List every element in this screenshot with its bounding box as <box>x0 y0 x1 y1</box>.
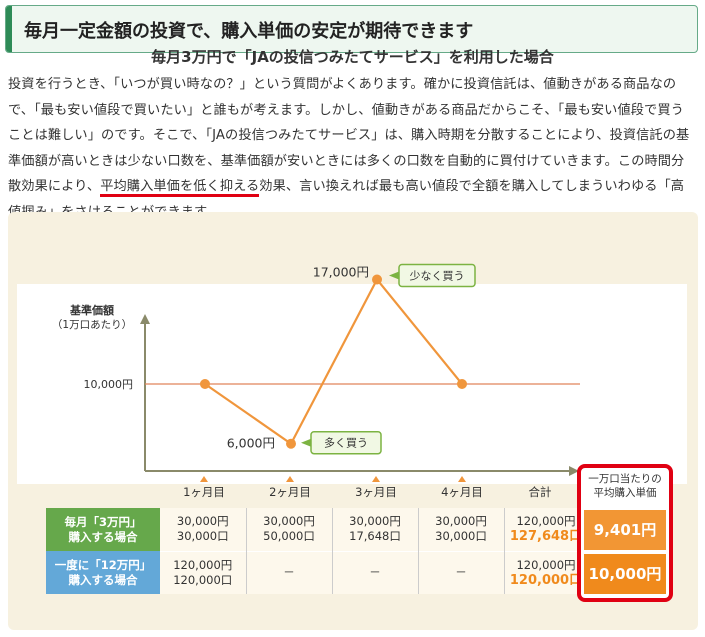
reference-line-label: 10,000円 <box>84 378 134 391</box>
highlight-header-line1: 一万口当たりの <box>588 473 662 485</box>
table-cell: 30,000円 50,000口 <box>246 508 333 551</box>
cell-amount: 30,000円 <box>263 514 315 529</box>
y-axis-arrow <box>140 314 150 324</box>
cell-amount: 30,000円 <box>176 514 229 529</box>
average-price-lump-sum: 10,000円 <box>584 554 666 594</box>
cell-amount: 30,000円 <box>435 514 487 529</box>
cell-dash: － <box>369 565 381 580</box>
table-cell: － <box>418 550 505 594</box>
callout-pointer <box>389 271 399 280</box>
highlight-header: 一万口当たりの 平均購入単価 <box>581 472 669 500</box>
row-header-lump-sum: 一度に「12万円」 購入する場合 <box>46 551 160 594</box>
x-tick-label-2: 2ヶ月目 <box>269 485 311 499</box>
row-header-monthly: 毎月「3万円」 購入する場合 <box>46 508 160 551</box>
row-header-line2: 購入する場合 <box>68 529 138 544</box>
ylabel-sub: （1万口あたり） <box>51 319 133 331</box>
table-cell: － <box>332 550 419 594</box>
purchase-table: 毎月「3万円」 購入する場合 30,000円 30,000口 30,000円 50,… <box>46 508 589 594</box>
data-point <box>372 274 382 285</box>
table-cell: 120,000円 120,000口 <box>160 550 247 594</box>
month-marker-4 <box>458 476 466 482</box>
x-tick-label-4: 4ヶ月目 <box>441 485 483 499</box>
table-row: 一度に「12万円」 購入する場合 120,000円 120,000口 － － － … <box>46 550 589 594</box>
month-marker-3 <box>372 476 380 482</box>
data-label: 6,000円 <box>227 436 275 451</box>
cell-units: 30,000口 <box>435 529 487 544</box>
callout-label: 少なく買う <box>410 269 465 282</box>
data-point <box>457 379 467 389</box>
month-marker-1 <box>200 476 208 482</box>
cell-dash: － <box>455 565 467 580</box>
cell-dash: － <box>283 565 295 580</box>
x-tick-label-3: 3ヶ月目 <box>355 485 397 499</box>
total-units: 120,000口 <box>509 572 583 588</box>
data-point <box>286 438 296 449</box>
table-cell: － <box>246 550 333 594</box>
cell-units: 50,000口 <box>263 529 315 544</box>
table-cell: 30,000円 30,000口 <box>418 508 505 551</box>
table-cell: 30,000円 17,648口 <box>332 508 419 551</box>
highlight-header-line2: 平均購入単価 <box>593 487 657 499</box>
table-total-cell: 120,000円 120,000口 <box>504 550 589 594</box>
cell-units: 120,000口 <box>173 572 233 587</box>
table-total-cell: 120,000円 127,648口 <box>504 508 589 551</box>
cell-units: 30,000口 <box>176 529 229 544</box>
month-marker-2 <box>286 476 294 482</box>
total-amount: 120,000円 <box>516 514 576 529</box>
row-header-line1: 一度に「12万円」 <box>54 557 152 572</box>
average-price-monthly: 9,401円 <box>584 510 666 550</box>
callout-pointer <box>301 438 311 447</box>
row-header-line1: 毎月「3万円」 <box>64 514 142 529</box>
table-row: 毎月「3万円」 購入する場合 30,000円 30,000口 30,000円 50,… <box>46 508 589 551</box>
chart-ylabel: 基準価額 （1万口あたり） <box>44 304 140 332</box>
x-tick-label-1: 1ヶ月目 <box>183 485 225 499</box>
cell-amount: 30,000円 <box>349 514 401 529</box>
total-amount: 120,000円 <box>516 557 576 572</box>
ylabel-main: 基準価額 <box>70 304 114 317</box>
series-line <box>204 277 463 446</box>
callout-label: 多く買う <box>324 436 368 450</box>
average-price-highlight: 一万口当たりの 平均購入単価 9,401円 10,000円 <box>577 464 673 602</box>
data-label: 17,000円 <box>313 264 369 279</box>
total-units: 127,648口 <box>509 529 583 545</box>
cell-units: 17,648口 <box>349 529 401 544</box>
cell-amount: 120,000円 <box>173 557 233 572</box>
data-point <box>200 379 210 389</box>
row-header-line2: 購入する場合 <box>68 572 138 587</box>
total-column-label: 合計 <box>528 485 552 499</box>
table-cell: 30,000円 30,000口 <box>160 508 247 551</box>
